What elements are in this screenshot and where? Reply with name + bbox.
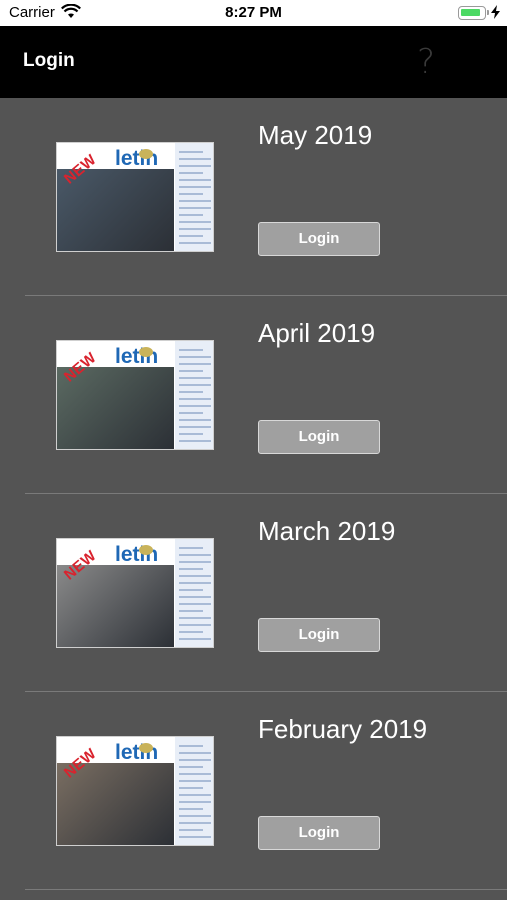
cover-sidebar — [175, 737, 213, 845]
cover-text-line — [179, 356, 211, 358]
issue-title: March 2019 — [258, 516, 396, 546]
cover-text-line — [179, 801, 211, 803]
issue-cover-thumbnail[interactable]: letin NEW — [56, 142, 214, 252]
cover-text-line — [179, 165, 211, 167]
cover-text-line — [179, 787, 203, 789]
cover-text-line — [179, 349, 203, 351]
status-bar: Carrier 8:27 PM — [0, 0, 507, 26]
cover-text-line — [179, 829, 203, 831]
issue-title: May 2019 — [258, 120, 373, 150]
cover-text-line — [179, 547, 203, 549]
cover-text-line — [179, 426, 211, 428]
cover-text-line — [179, 419, 211, 421]
cover-text-line — [179, 822, 211, 824]
cover-text-line — [179, 179, 211, 181]
cover-text-line — [179, 752, 211, 754]
nav-title: Login — [23, 50, 75, 71]
cover-text-line — [179, 221, 211, 223]
issue-row: letin NEW May 2019 Login — [0, 98, 507, 296]
issue-title: April 2019 — [258, 318, 376, 348]
login-button[interactable]: Login — [258, 222, 380, 256]
issue-row: letin NEW March 2019 Login — [0, 494, 507, 692]
cover-text-line — [179, 200, 211, 202]
cover-text-line — [179, 151, 203, 153]
cover-text-line — [179, 596, 211, 598]
cover-text-line — [179, 561, 211, 563]
cover-text-line — [179, 766, 203, 768]
cover-text-line — [179, 617, 211, 619]
cover-text-line — [179, 405, 211, 407]
battery-icon — [458, 6, 489, 20]
cover-text-line — [179, 384, 211, 386]
clock: 8:27 PM — [225, 4, 282, 21]
cover-logo-icon — [139, 545, 153, 555]
charging-bolt-icon — [491, 5, 500, 23]
cover-text-line — [179, 214, 203, 216]
cover-text-line — [179, 186, 211, 188]
cover-text-line — [179, 610, 203, 612]
help-icon[interactable]: ? — [417, 42, 435, 82]
cover-text-line — [179, 433, 203, 435]
cover-text-line — [179, 794, 211, 796]
cover-text-line — [179, 377, 211, 379]
cover-text-line — [179, 582, 211, 584]
issue-title: February 2019 — [258, 714, 428, 744]
cover-text-line — [179, 589, 203, 591]
issue-cover-thumbnail[interactable]: letin NEW — [56, 340, 214, 450]
cover-text-line — [179, 158, 211, 160]
cover-text-line — [179, 773, 211, 775]
navigation-bar: Login ? — [0, 26, 507, 98]
cover-text-line — [179, 398, 211, 400]
cover-sidebar — [175, 143, 213, 251]
cover-text-line — [179, 638, 211, 640]
cover-text-line — [179, 815, 211, 817]
login-button[interactable]: Login — [258, 420, 380, 454]
cover-logo-icon — [139, 347, 153, 357]
cover-text-line — [179, 554, 211, 556]
cover-text-line — [179, 624, 211, 626]
cover-text-line — [179, 370, 203, 372]
cover-text-line — [179, 207, 211, 209]
cover-text-line — [179, 575, 211, 577]
issue-cover-thumbnail[interactable]: letin NEW — [56, 538, 214, 648]
cover-sidebar — [175, 341, 213, 449]
cover-text-line — [179, 440, 211, 442]
cover-text-line — [179, 836, 211, 838]
row-divider — [25, 889, 507, 890]
cover-text-line — [179, 745, 203, 747]
cover-text-line — [179, 235, 203, 237]
cover-text-line — [179, 759, 211, 761]
cover-text-line — [179, 780, 211, 782]
cover-text-line — [179, 172, 203, 174]
cover-text-line — [179, 808, 203, 810]
cover-text-line — [179, 631, 203, 633]
login-button[interactable]: Login — [258, 618, 380, 652]
issue-cover-thumbnail[interactable]: letin NEW — [56, 736, 214, 846]
cover-text-line — [179, 412, 203, 414]
cover-text-line — [179, 363, 211, 365]
cover-text-line — [179, 568, 203, 570]
cover-text-line — [179, 603, 211, 605]
cover-text-line — [179, 242, 211, 244]
login-button[interactable]: Login — [258, 816, 380, 850]
cover-text-line — [179, 391, 203, 393]
issue-row: letin NEW April 2019 Login — [0, 296, 507, 494]
cover-logo-icon — [139, 743, 153, 753]
issue-list: letin NEW May 2019 Login letin NEW April… — [0, 98, 507, 890]
cover-text-line — [179, 228, 211, 230]
cover-logo-icon — [139, 149, 153, 159]
issue-row: letin NEW February 2019 Login — [0, 692, 507, 890]
cover-sidebar — [175, 539, 213, 647]
cover-text-line — [179, 193, 203, 195]
